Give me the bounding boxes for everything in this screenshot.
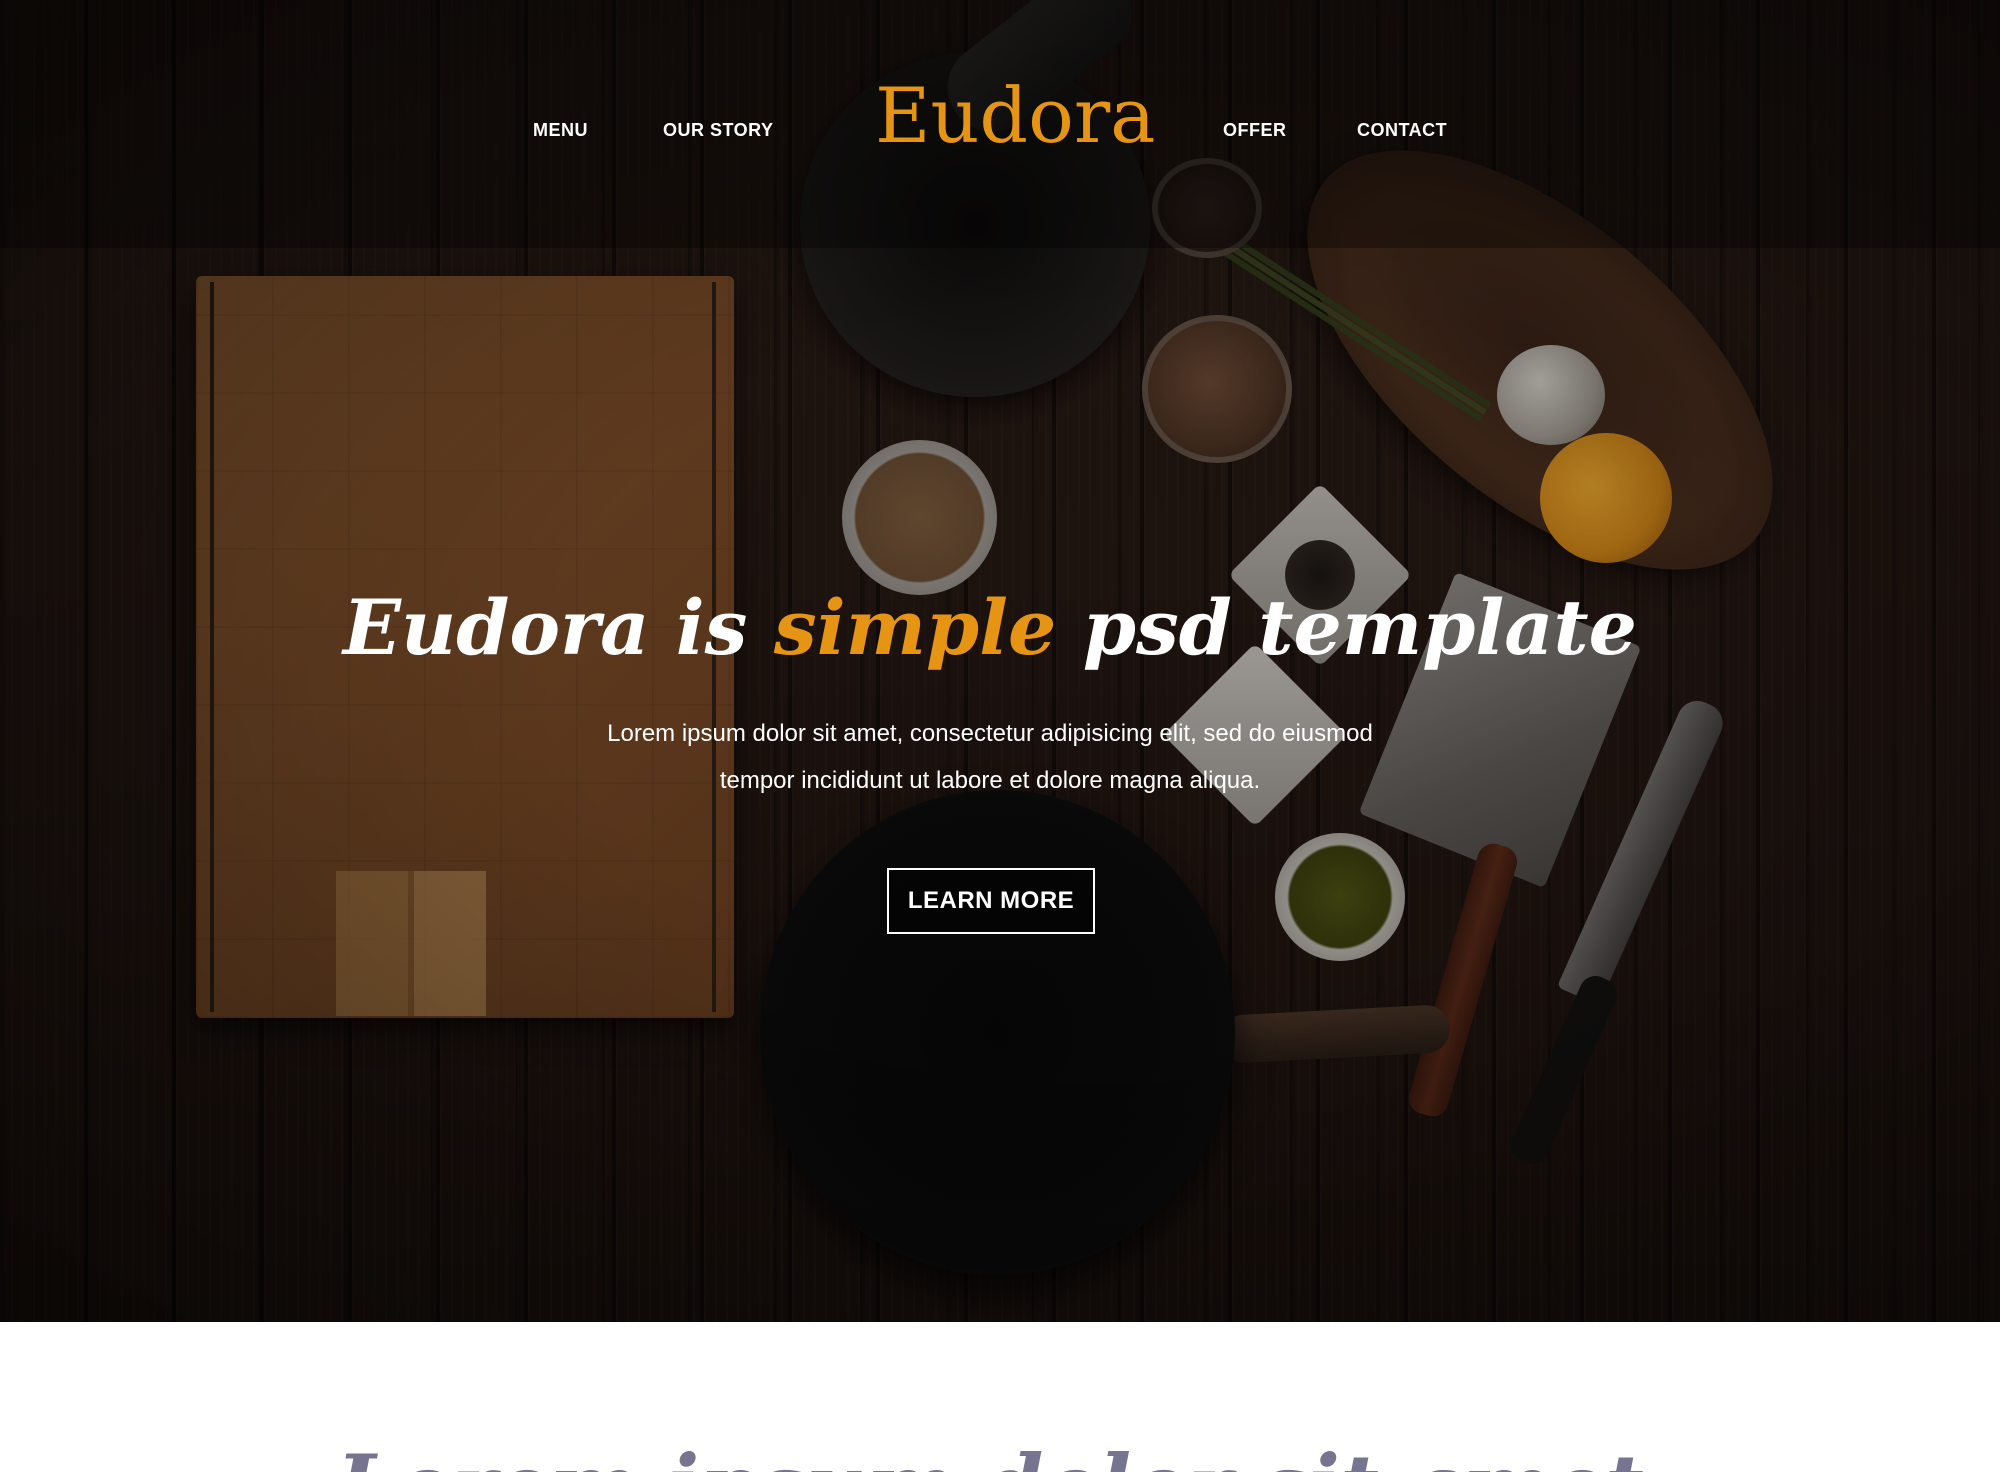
section-heading: Lorem ipsum dolor sit amet (0, 1444, 1980, 1472)
headline-accent: simple (773, 583, 1057, 672)
hero-headline: Eudora is simple psd template (0, 586, 1980, 670)
landing-page: MENU OUR STORY Eudora OFFER CONTACT Eudo… (0, 0, 2000, 1472)
intro-section: Lorem ipsum dolor sit amet (0, 1322, 2000, 1472)
hero-subtext: Lorem ipsum dolor sit amet, consectetur … (607, 720, 1373, 794)
hero-content: Eudora is simple psd template Lorem ipsu… (0, 0, 2000, 1322)
headline-part2: psd template (1056, 583, 1637, 672)
headline-part1: Eudora is (343, 583, 774, 672)
learn-more-button[interactable]: LEARN MORE (887, 868, 1095, 934)
